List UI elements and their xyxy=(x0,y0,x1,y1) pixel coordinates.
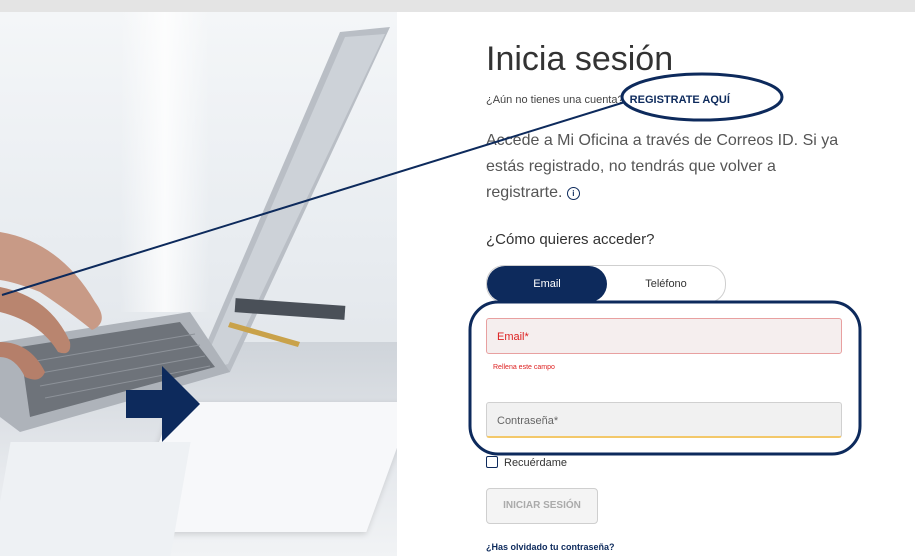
remember-me[interactable]: Recuérdame xyxy=(486,456,567,469)
register-prompt: ¿Aún no tienes una cuenta? REGISTRATE AQ… xyxy=(486,94,730,106)
email-field[interactable]: Email* xyxy=(486,318,842,354)
register-prompt-text: ¿Aún no tienes una cuenta? xyxy=(486,94,624,106)
register-link[interactable]: REGISTRATE AQUÍ xyxy=(630,94,730,106)
description-text: Accede a Mi Oficina a través de Correos … xyxy=(486,132,839,201)
remember-checkbox[interactable] xyxy=(486,456,498,468)
top-bar xyxy=(0,0,915,12)
login-button[interactable]: INICIAR SESIÓN xyxy=(486,488,598,524)
forgot-password-link[interactable]: ¿Has olvidado tu contraseña? xyxy=(486,542,615,552)
email-error-message: Rellena este campo xyxy=(493,364,555,371)
access-method-toggle: Email Teléfono xyxy=(486,265,726,303)
photo-papers-2 xyxy=(0,442,191,556)
hero-photo-laptop xyxy=(0,12,397,556)
access-question: ¿Cómo quieres acceder? xyxy=(486,231,655,248)
page-title: Inicia sesión xyxy=(486,40,674,78)
toggle-email[interactable]: Email xyxy=(487,266,607,302)
remember-label: Recuérdame xyxy=(504,457,567,469)
description: Accede a Mi Oficina a través de Correos … xyxy=(486,128,846,206)
info-icon[interactable]: i xyxy=(566,187,580,200)
toggle-phone[interactable]: Teléfono xyxy=(607,266,725,302)
password-field[interactable]: Contraseña* xyxy=(486,402,842,438)
